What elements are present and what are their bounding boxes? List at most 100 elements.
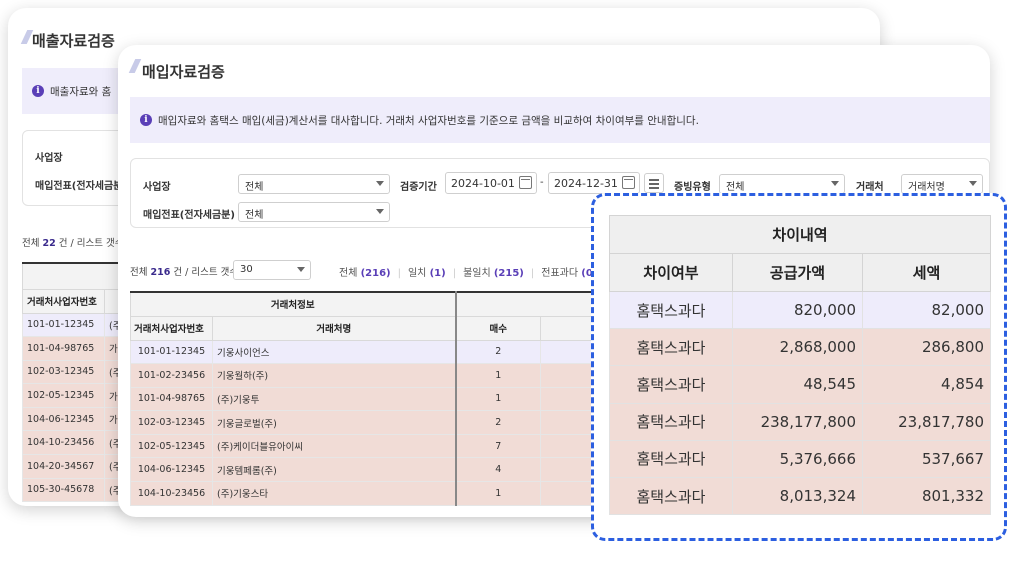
business-no-cell: 101-04-98765 [22,336,105,361]
business-no-cell: 102-03-12345 [22,359,105,385]
diff-tax-cell: 82,000 [862,290,991,330]
group-header-partner: 거래처정보 [129,291,457,317]
diff-supply-cell: 238,177,800 [732,402,863,441]
filter-label-slip: 매입전표(전자세금분) [143,210,235,221]
partner-select[interactable]: 거래처명 [901,174,983,194]
calendar-icon[interactable] [622,176,635,189]
business-no-cell: 104-06-12345 [22,406,105,432]
chevron-down-icon [376,209,384,214]
diff-tax-cell: 537,667 [862,439,991,478]
business-no-cell: 101-02-23456 [130,363,213,388]
table-row[interactable]: 101-01-12345기웅사이언스212,1 [130,339,652,365]
partner-select-value: 거래처명 [908,182,945,193]
list-size-label: 건 / 리스트 갯수 [58,238,124,249]
table-row[interactable]: 104-06-12345기웅템페롬(주)43 [130,457,652,483]
date-to-input[interactable]: 2024-12-31 [548,172,640,194]
col-count: 매수 [455,315,542,341]
filter-label-evidence: 증빙유형 [674,182,711,193]
calendar-icon[interactable] [519,176,532,189]
difference-table-body: 홈택스과다 820,000 82,000 홈택스과다 2,868,000 286,800 홈… [609,290,991,516]
count-cell: 1 [455,363,542,388]
back-notice-text: 매출자료와 홈 [50,85,112,98]
difference-title: 차이내역 [609,215,991,254]
date-to-value: 2024-12-31 [554,177,618,190]
back-page-title: 매출자료검증 [32,32,115,50]
total-label: 전체 [130,267,148,278]
business-no-cell: 101-01-12345 [130,339,213,365]
date-from-input[interactable]: 2024-10-01 [445,172,537,194]
difference-row: 홈택스과다 2,868,000 286,800 [609,328,991,367]
difference-row: 홈택스과다 48,545 4,854 [609,365,991,404]
partner-name-cell: (주)기웅스타 [211,481,457,506]
date-from-value: 2024-10-01 [451,177,515,190]
col-diff-status: 차이여부 [609,253,733,292]
business-no-cell: 102-03-12345 [130,410,213,435]
slip-select-value: 전체 [245,210,264,221]
total-label: 전체 [22,238,40,249]
difference-row: 홈택스과다 8,013,324 801,332 [609,476,991,516]
diff-status-cell: 홈택스과다 [609,439,733,478]
filter-label-business: 사업장 [143,182,171,193]
count-cell: 2 [455,410,542,435]
purchase-table-body: 101-01-12345기웅사이언스212,1101-02-23456기웅월하(… [130,339,652,506]
business-select[interactable]: 전체 [238,174,390,194]
business-no-cell: 102-05-12345 [130,433,213,459]
business-no-cell: 104-20-34567 [22,454,105,479]
chevron-down-icon [376,181,384,186]
back-filter-label-slip: 매입전표(전자세금분 [35,181,123,192]
page-size-select[interactable]: 30 [233,260,311,280]
business-no-cell: 104-10-23456 [22,430,105,456]
diff-supply-cell: 5,376,666 [732,439,863,478]
purchase-data-table: 거래처정보 홈택스 거래처사업자번호 거래처명 매수 공급가 101-01-12… [129,291,652,506]
diff-tax-cell: 801,332 [862,476,991,516]
notice-banner: i 매입자료와 홈택스 매입(세금)계산서를 대사합니다. 거래처 사업자번호를… [130,97,990,143]
date-separator: - [540,177,544,188]
total-count: 216 [150,267,171,278]
diff-supply-cell: 2,868,000 [732,328,863,367]
slip-select[interactable]: 전체 [238,202,390,222]
diff-status-cell: 홈택스과다 [609,476,733,516]
table-row[interactable]: 104-10-23456(주)기웅스타11,9 [130,481,652,506]
title-accent-mark [128,59,142,73]
filter-settings-icon[interactable] [644,173,664,193]
partner-name-cell: (주)기웅투 [211,386,457,412]
table-row[interactable]: 101-02-23456기웅월하(주)17, [130,363,652,388]
difference-row: 홈택스과다 238,177,800 23,817,780 [609,402,991,441]
table-row[interactable]: 101-04-98765(주)기웅투114,4 [130,386,652,412]
diff-status-cell: 홈택스과다 [609,402,733,441]
back-filter-label-business: 사업장 [35,153,63,164]
business-no-cell: 104-06-12345 [130,457,213,483]
col-diff-supply: 공급가액 [732,253,863,292]
difference-detail-panel: 차이내역 차이여부 공급가액 세액 홈택스과다 820,000 82,000 홈택스과… [591,193,1007,541]
evidence-select-value: 전체 [726,182,745,193]
partner-name-cell: (주)케이더블유아이씨 [211,433,457,459]
list-size-label: 건 / 리스트 갯수 [173,267,239,278]
business-no-cell: 101-01-12345 [22,312,105,338]
col-partner-name: 거래처명 [211,315,457,341]
diff-tax-cell: 286,800 [862,328,991,367]
diff-tax-cell: 23,817,780 [862,402,991,441]
count-cell: 4 [455,457,542,483]
business-no-cell: 101-04-98765 [130,386,213,412]
tab-mismatch[interactable]: 불일치 (215) [463,268,524,279]
diff-supply-cell: 820,000 [732,290,863,330]
evidence-type-select[interactable]: 전체 [719,174,845,194]
total-count: 22 [42,238,56,249]
difference-table: 차이내역 차이여부 공급가액 세액 홈택스과다 820,000 82,000 홈택스과… [609,215,991,516]
chevron-down-icon [831,181,839,186]
difference-row: 홈택스과다 820,000 82,000 [609,290,991,330]
page-title: 매입자료검증 [142,63,225,81]
diff-status-cell: 홈택스과다 [609,365,733,404]
back-list-meta: 전체 22 건 / 리스트 갯수 [22,235,123,249]
filter-label-partner: 거래처 [856,182,884,193]
result-filter-tabs: 전체 (216) | 일치 (1) | 불일치 (215) | 전표과다 (0 [339,268,593,279]
tab-slip-excess[interactable]: 전표과다 (0 [541,268,593,279]
table-row[interactable]: 102-05-12345(주)케이더블유아이씨71 [130,433,652,459]
partner-name-cell: 기웅월하(주) [211,363,457,388]
list-meta: 전체 216 건 / 리스트 갯수 [130,264,238,278]
tab-all[interactable]: 전체 (216) [339,268,391,279]
tab-match[interactable]: 일치 (1) [408,268,446,279]
table-row[interactable]: 102-03-12345기웅글로벌(주)24 [130,410,652,435]
col-business-no: 거래처사업자번호 [130,315,213,341]
diff-status-cell: 홈택스과다 [609,328,733,367]
